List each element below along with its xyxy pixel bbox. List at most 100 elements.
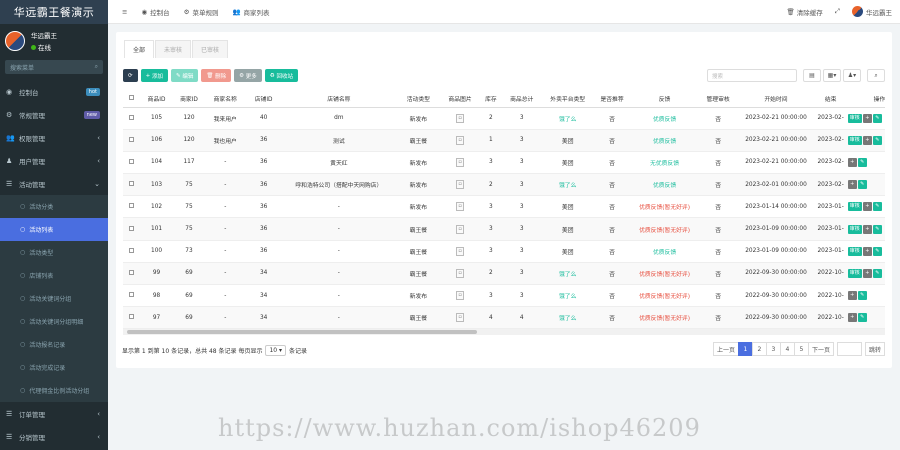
sidebar-subitem-6[interactable]: ○ 活动报名记录 — [0, 333, 108, 356]
sidebar-subitem-0[interactable]: ○ 活动分类 — [0, 195, 108, 218]
review-button[interactable]: 审核 — [847, 202, 862, 212]
row-checkbox-cell[interactable] — [123, 173, 141, 197]
row-checkbox[interactable] — [129, 114, 135, 120]
sidebar-subitem-7[interactable]: ○ 活动完成记录 — [0, 356, 108, 379]
row-checkbox-cell[interactable] — [123, 262, 141, 286]
product-image-icon[interactable]: ▫ — [456, 291, 465, 301]
edit-row-button[interactable]: ✎ — [857, 157, 867, 167]
refresh-button[interactable]: ⟳ — [123, 69, 138, 82]
review-button[interactable]: 审核 — [847, 224, 862, 234]
sidebar-search-input[interactable]: 搜索菜单 ⌕ — [5, 60, 103, 74]
go-button[interactable]: 跳转 — [864, 342, 885, 356]
tab-0[interactable]: 全部 — [124, 40, 155, 58]
page-button-5[interactable]: 5 — [793, 342, 809, 356]
page-button-2[interactable]: 2 — [751, 342, 767, 356]
row-checkbox[interactable] — [129, 158, 135, 164]
row-checkbox[interactable] — [129, 136, 135, 142]
page-button-3[interactable]: 3 — [765, 342, 781, 356]
page-size-select[interactable]: 10 ▾ — [265, 345, 287, 356]
column-header[interactable] — [123, 90, 141, 108]
table-row[interactable]: 101 75-36- 霸王餐 ▫ 3 3 美团否优质反馈(暂无好评) 否 2023-01-09 … — [123, 217, 885, 241]
edit-row-button[interactable]: ✎ — [872, 246, 882, 256]
add-row-button[interactable]: + — [847, 291, 857, 301]
table-row[interactable]: 100 73-36- 霸王餐 ▫ 3 3 美团否优质反馈否 2023-01-09 00:00:… — [123, 240, 885, 263]
review-button[interactable]: 审核 — [847, 113, 862, 123]
delete-button[interactable]: 🗑 删除 — [201, 69, 232, 82]
sidebar-item-2[interactable]: 👥 权限管理 ‹ — [0, 126, 108, 149]
prev-page-button[interactable]: 上一页 — [712, 342, 739, 356]
table-row[interactable]: 103 75-36 呼和浩特公司（搭配中天网购店） 新发布 ▫ 2 3 饿了么否优质反馈否 20… — [123, 173, 885, 197]
clear-cache-button[interactable]: 🗑 清除缓存 — [787, 7, 823, 17]
sidebar-subitem-1[interactable]: ○ 活动列表 — [0, 218, 108, 241]
edit-row-button[interactable]: ✎ — [872, 135, 882, 145]
row-checkbox-cell[interactable] — [123, 284, 141, 308]
table-row[interactable]: 106 120 我也用户 36 测试 霸王餐 ▫ 1 3 美团否优质反馈否 2023-02-21 0… — [123, 129, 885, 152]
next-page-button[interactable]: 下一页 — [807, 342, 834, 356]
table-row[interactable]: 98 69-34- 新发布 ▫ 3 3 饿了么否优质反馈(暂无好评) 否 2022-09-30 … — [123, 284, 885, 308]
user-filter-button[interactable]: ♟▾ — [843, 69, 861, 82]
product-image-icon[interactable]: ▫ — [456, 202, 465, 212]
edit-row-button[interactable]: ✎ — [857, 291, 867, 301]
edit-row-button[interactable]: ✎ — [857, 313, 867, 323]
table-row[interactable]: 102 75-36- 新发布 ▫ 3 3 美团否优质反馈(暂无好评) 否 2023-01-14 … — [123, 195, 885, 219]
more-button[interactable]: ⚙ 更多 — [234, 69, 262, 82]
add-row-button[interactable]: + — [847, 313, 857, 323]
table-row[interactable]: 105 120 我来用户 40 dm 新发布 ▫ 2 3 饿了么否优质反馈否 2023-02-21 … — [123, 107, 885, 130]
sidebar-subitem-5[interactable]: ○ 活动关键词分组明细 — [0, 310, 108, 333]
row-checkbox-cell[interactable] — [123, 151, 141, 175]
row-checkbox[interactable] — [129, 292, 135, 298]
row-checkbox-cell[interactable] — [123, 107, 141, 130]
top-nav-tab-1[interactable]: ⚙ 菜单规则 — [184, 7, 219, 17]
columns-button[interactable]: ▦▾ — [823, 69, 841, 82]
tab-2[interactable]: 已审核 — [192, 40, 229, 58]
product-image-icon[interactable]: ▫ — [456, 246, 465, 256]
page-button-1[interactable]: 1 — [737, 342, 753, 356]
edit-button[interactable]: ✎ 编辑 — [170, 69, 199, 82]
sidebar-item-0[interactable]: ◉ 控制台 hot — [0, 80, 108, 103]
add-row-button[interactable]: + — [862, 268, 872, 278]
product-image-icon[interactable]: ▫ — [456, 313, 465, 323]
top-nav-tab-0[interactable]: ◉ 控制台 — [141, 7, 169, 17]
product-image-icon[interactable]: ▫ — [456, 157, 465, 167]
row-checkbox[interactable] — [129, 225, 135, 231]
row-checkbox[interactable] — [129, 269, 135, 275]
search-button[interactable]: ⌕ — [867, 69, 885, 82]
add-row-button[interactable]: + — [847, 157, 857, 167]
select-all-checkbox[interactable] — [129, 94, 135, 100]
sidebar-subitem-8[interactable]: ○ 代理佣金比例活动分组 — [0, 379, 108, 402]
row-checkbox-cell[interactable] — [123, 240, 141, 263]
row-checkbox-cell[interactable] — [123, 306, 141, 330]
review-button[interactable]: 审核 — [847, 268, 862, 278]
edit-row-button[interactable]: ✎ — [872, 202, 882, 212]
top-nav-tab-2[interactable]: 👥 商家列表 — [232, 7, 269, 17]
row-checkbox[interactable] — [129, 181, 135, 187]
edit-row-button[interactable]: ✎ — [857, 180, 867, 190]
table-row[interactable]: 99 69-34- 霸王餐 ▫ 2 3 饿了么否优质反馈(暂无好评) 否 2022-09-30 … — [123, 262, 885, 286]
add-row-button[interactable]: + — [862, 113, 872, 123]
review-button[interactable]: 审核 — [847, 135, 862, 145]
table-search-input[interactable]: 搜索 — [707, 69, 797, 82]
export-button[interactable]: ▤ — [803, 69, 821, 82]
add-button[interactable]: + 添加 — [140, 69, 168, 82]
add-row-button[interactable]: + — [862, 135, 872, 145]
row-checkbox-cell[interactable] — [123, 195, 141, 219]
tab-1[interactable]: 未审核 — [155, 40, 192, 58]
row-checkbox-cell[interactable] — [123, 217, 141, 241]
product-image-icon[interactable]: ▫ — [456, 113, 465, 123]
sidebar-bottom-item-0[interactable]: ☰ 订单管理 ‹ — [0, 402, 108, 425]
row-checkbox[interactable] — [129, 203, 135, 209]
add-row-button[interactable]: + — [847, 180, 857, 190]
sidebar-bottom-item-1[interactable]: ☰ 分销管理 ‹ — [0, 425, 108, 448]
edit-row-button[interactable]: ✎ — [872, 268, 882, 278]
fullscreen-button[interactable]: ⤢ — [835, 7, 840, 16]
sidebar-subitem-4[interactable]: ○ 活动关键词分组 — [0, 287, 108, 310]
sidebar-item-4[interactable]: ☰ 活动管理 ⌄ — [0, 172, 108, 195]
product-image-icon[interactable]: ▫ — [456, 180, 465, 190]
add-row-button[interactable]: + — [862, 246, 872, 256]
add-row-button[interactable]: + — [862, 202, 872, 212]
edit-row-button[interactable]: ✎ — [872, 113, 882, 123]
sidebar-subitem-2[interactable]: ○ 活动类型 — [0, 241, 108, 264]
row-checkbox[interactable] — [129, 314, 135, 320]
row-checkbox-cell[interactable] — [123, 129, 141, 152]
add-row-button[interactable]: + — [862, 224, 872, 234]
